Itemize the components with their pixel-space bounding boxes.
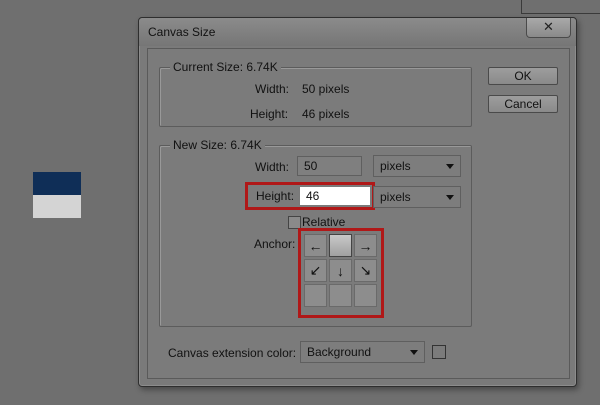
chevron-down-icon — [410, 350, 418, 355]
arrow-right-icon: → — [358, 237, 373, 254]
width-unit-value: pixels — [380, 159, 411, 173]
height-unit-value: pixels — [380, 190, 411, 204]
arrow-down-right-icon: ↘ — [359, 262, 372, 278]
width-input[interactable]: 50 — [297, 156, 362, 176]
dialog-title: Canvas Size — [148, 25, 216, 39]
close-button[interactable]: ✕ — [526, 18, 571, 38]
extension-color-select[interactable]: Background — [300, 341, 425, 363]
arrow-down-icon: ↓ — [337, 262, 344, 279]
arrow-down-left-icon: ↙ — [309, 262, 322, 278]
guide-line-horizontal — [521, 13, 600, 14]
chevron-down-icon — [446, 195, 454, 200]
dialog-content: Current Size: 6.74K Width: 50 pixels Hei… — [147, 48, 570, 379]
anchor-grid: ← → ↙ ↓ ↘ — [304, 234, 377, 307]
new-height-label: Height: — [256, 189, 295, 203]
current-width-value: 50 pixels — [302, 82, 350, 96]
extension-color-value: Background — [307, 345, 372, 359]
extension-color-label: Canvas extension color: — [168, 346, 297, 360]
title-bar[interactable]: Canvas Size ✕ — [139, 18, 576, 46]
anchor-label: Anchor: — [254, 237, 296, 251]
extension-color-swatch[interactable] — [432, 345, 446, 359]
anchor-top-center[interactable] — [329, 234, 352, 257]
current-height-label: Height: — [250, 107, 289, 121]
current-size-group: Current Size: 6.74K Width: 50 pixels Hei… — [159, 60, 472, 127]
anchor-top-right[interactable]: → — [354, 234, 377, 257]
cancel-button[interactable]: Cancel — [488, 95, 558, 113]
current-width-label: Width: — [255, 82, 290, 96]
current-height-value: 46 pixels — [302, 107, 350, 121]
anchor-middle-left[interactable]: ↙ — [304, 259, 327, 282]
new-size-legend: New Size: 6.74K — [170, 138, 265, 152]
close-icon: ✕ — [543, 19, 554, 34]
chevron-down-icon — [446, 164, 454, 169]
canvas-preview-bottom — [33, 195, 81, 218]
new-width-label: Width: — [255, 160, 290, 174]
canvas-preview — [33, 172, 81, 218]
anchor-middle-center[interactable]: ↓ — [329, 259, 352, 282]
current-size-legend: Current Size: 6.74K — [170, 60, 281, 74]
ok-button[interactable]: OK — [488, 67, 558, 85]
anchor-middle-right[interactable]: ↘ — [354, 259, 377, 282]
height-input[interactable]: 46 — [299, 186, 371, 206]
anchor-bottom-left[interactable] — [304, 284, 327, 307]
anchor-bottom-center[interactable] — [329, 284, 352, 307]
canvas-size-dialog: Canvas Size ✕ Current Size: 6.74K Width:… — [138, 17, 577, 387]
anchor-top-left[interactable]: ← — [304, 234, 327, 257]
relative-label[interactable]: Relative — [302, 215, 345, 229]
guide-line-vertical — [521, 0, 522, 14]
new-size-group: New Size: 6.74K Width: 50 pixels Height:… — [159, 138, 472, 327]
arrow-left-icon: ← — [308, 237, 323, 254]
width-unit-select[interactable]: pixels — [373, 155, 461, 177]
anchor-bottom-right[interactable] — [354, 284, 377, 307]
height-unit-select[interactable]: pixels — [373, 186, 461, 208]
canvas-preview-top — [33, 172, 81, 195]
